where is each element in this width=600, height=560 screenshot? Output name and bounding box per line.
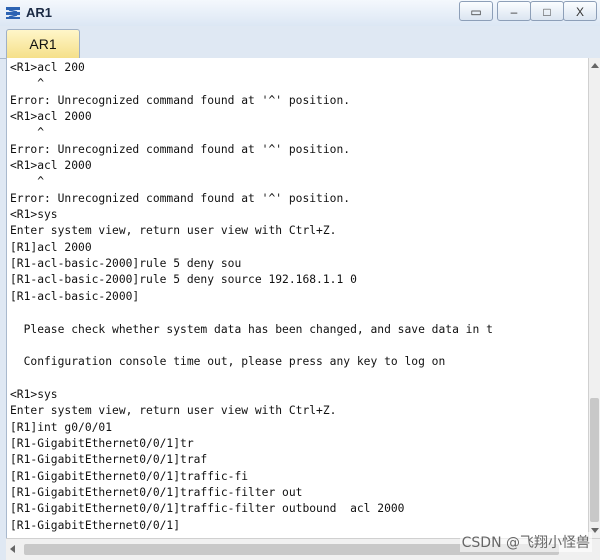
console-line: Error: Unrecognized command found at '^'… bbox=[10, 191, 351, 205]
console-line: [R1-GigabitEthernet0/0/1]traffic-fi bbox=[10, 469, 249, 483]
window-title: AR1 bbox=[26, 5, 53, 20]
console-line: [R1]acl 2000 bbox=[10, 240, 92, 254]
console-line: <R1>acl 200 bbox=[10, 61, 85, 74]
vertical-scrollbar[interactable] bbox=[588, 58, 600, 538]
router-app-icon bbox=[6, 7, 20, 19]
console-line: ^ bbox=[10, 175, 45, 189]
console-line: <R1>acl 2000 bbox=[10, 110, 92, 124]
tab-strip: AR1 bbox=[0, 26, 600, 59]
console-output: <R1>acl 200 ^ Error: Unrecognized command… bbox=[10, 60, 493, 534]
console-line: [R1-acl-basic-2000]rule 5 deny source 19… bbox=[10, 273, 357, 287]
console-line: Error: Unrecognized command found at '^'… bbox=[10, 142, 351, 156]
console-line: <R1>acl 2000 bbox=[10, 159, 92, 173]
console-line: [R1-acl-basic-2000] bbox=[10, 289, 140, 303]
scroll-up-icon[interactable] bbox=[591, 63, 599, 68]
console-line: Enter system view, return user view with… bbox=[10, 224, 337, 238]
vertical-scroll-thumb[interactable] bbox=[590, 398, 599, 522]
console-line: Enter system view, return user view with… bbox=[10, 404, 337, 418]
close-button[interactable]: X bbox=[563, 1, 597, 21]
minimize-button[interactable]: – bbox=[497, 1, 531, 21]
maximize-button[interactable]: □ bbox=[530, 1, 564, 21]
console-line: <R1>sys bbox=[10, 387, 58, 401]
terminal-console[interactable]: <R1>acl 200 ^ Error: Unrecognized command… bbox=[6, 58, 588, 538]
console-line: [R1]int g0/0/01 bbox=[10, 420, 113, 434]
console-line: [R1-GigabitEthernet0/0/1]traf bbox=[10, 453, 208, 467]
console-line: [R1-GigabitEthernet0/0/1]tr bbox=[10, 436, 194, 450]
console-line: ^ bbox=[10, 77, 45, 91]
tab-ar1[interactable]: AR1 bbox=[6, 29, 80, 58]
console-line: <R1>sys bbox=[10, 208, 58, 222]
title-bar: AR1 ▭ – □ X bbox=[0, 0, 600, 27]
console-line: [R1-GigabitEthernet0/0/1]traffic-filter … bbox=[10, 485, 303, 499]
console-line: Configuration console time out, please p… bbox=[10, 355, 446, 369]
console-line: [R1-GigabitEthernet0/0/1]traffic-filter … bbox=[10, 502, 405, 516]
console-line: Error: Unrecognized command found at '^'… bbox=[10, 93, 351, 107]
scroll-left-icon[interactable] bbox=[10, 545, 15, 553]
scroll-down-icon[interactable] bbox=[591, 528, 599, 533]
console-line: Please check whether system data has bee… bbox=[10, 322, 493, 336]
console-line: [R1-GigabitEthernet0/0/1] bbox=[10, 518, 181, 532]
console-line: [R1-acl-basic-2000]rule 5 deny sou bbox=[10, 257, 242, 271]
restore-layout-button[interactable]: ▭ bbox=[459, 1, 493, 21]
console-line: ^ bbox=[10, 126, 45, 140]
watermark: CSDN @飞翔小怪兽 bbox=[459, 532, 592, 552]
